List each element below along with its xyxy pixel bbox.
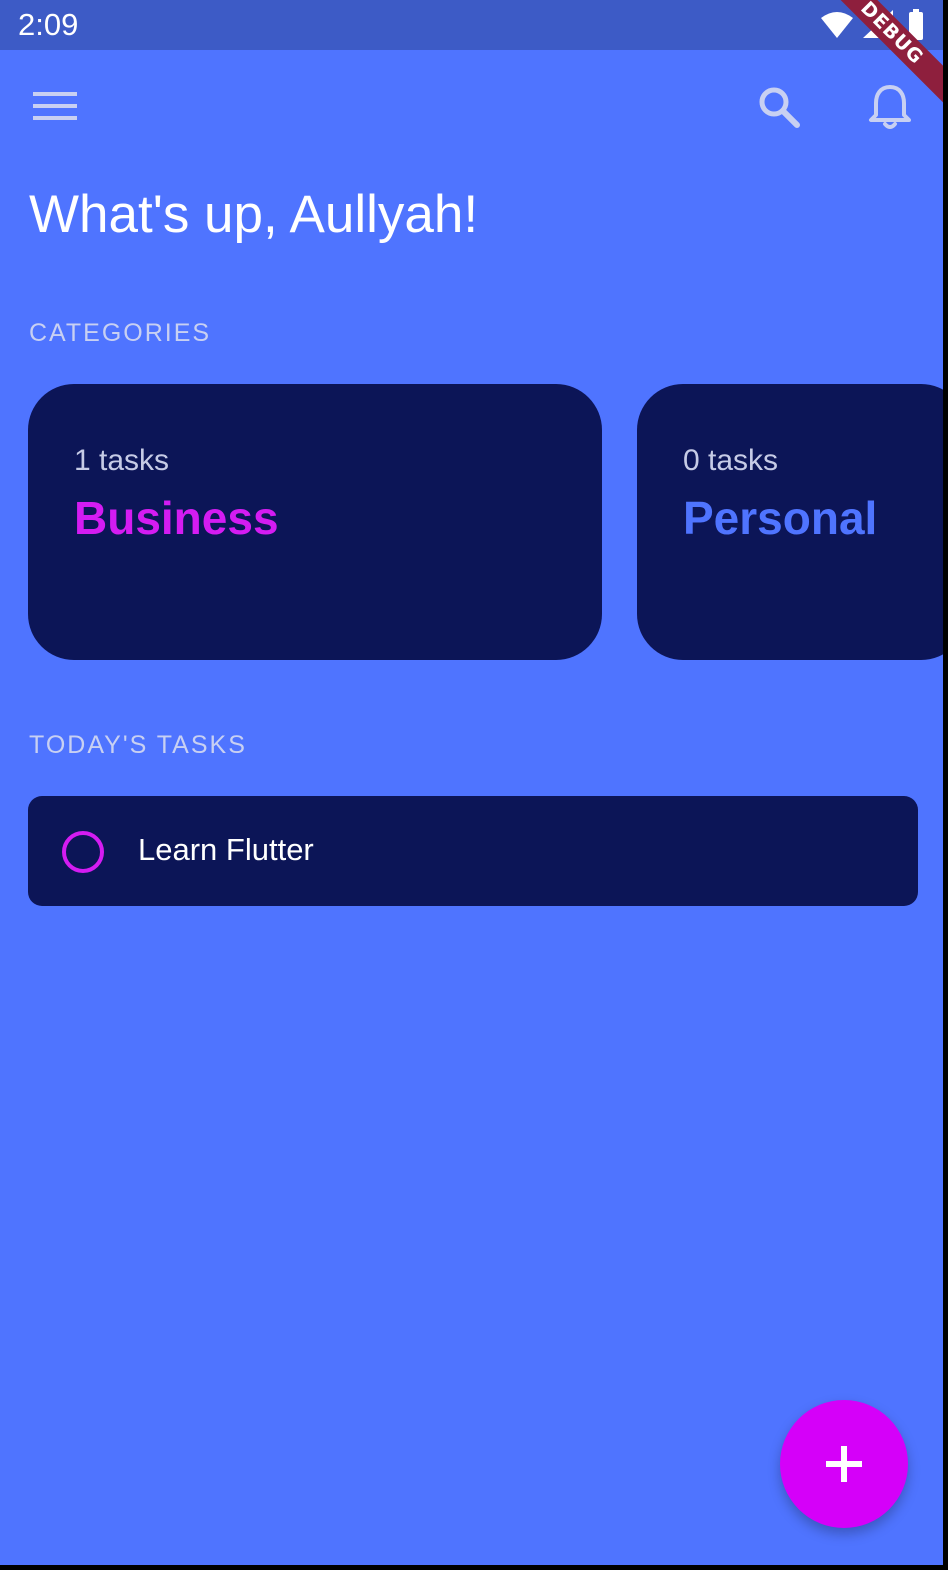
category-name: Business: [74, 492, 279, 544]
category-task-count: 0 tasks: [683, 444, 779, 477]
search-icon[interactable]: [757, 85, 801, 129]
task-checkbox[interactable]: [62, 831, 104, 873]
category-name: Personal: [683, 492, 878, 544]
category-card-business[interactable]: 1 tasks Business: [28, 384, 602, 660]
todays-tasks-section-label: TODAY'S TASKS: [29, 731, 247, 759]
category-task-count: 1 tasks: [74, 444, 170, 477]
task-item[interactable]: Learn Flutter: [28, 796, 918, 906]
wifi-icon: [821, 12, 853, 38]
add-icon: [826, 1446, 862, 1482]
status-time: 2:09: [18, 7, 79, 42]
battery-cap: [913, 9, 919, 13]
greeting-title: What's up, Aullyah!: [29, 185, 479, 244]
status-bar: 2:09: [0, 0, 943, 50]
categories-section-label: CATEGORIES: [29, 319, 212, 347]
task-title: Learn Flutter: [138, 832, 314, 867]
add-task-button[interactable]: [780, 1400, 908, 1528]
app-screen: 2:09 DEBUG What's up, Aullyah! CATEGORIE…: [0, 0, 943, 1565]
menu-icon[interactable]: [33, 90, 77, 122]
category-card-personal[interactable]: 0 tasks Personal: [637, 384, 943, 660]
notifications-bell-icon[interactable]: [868, 83, 912, 131]
